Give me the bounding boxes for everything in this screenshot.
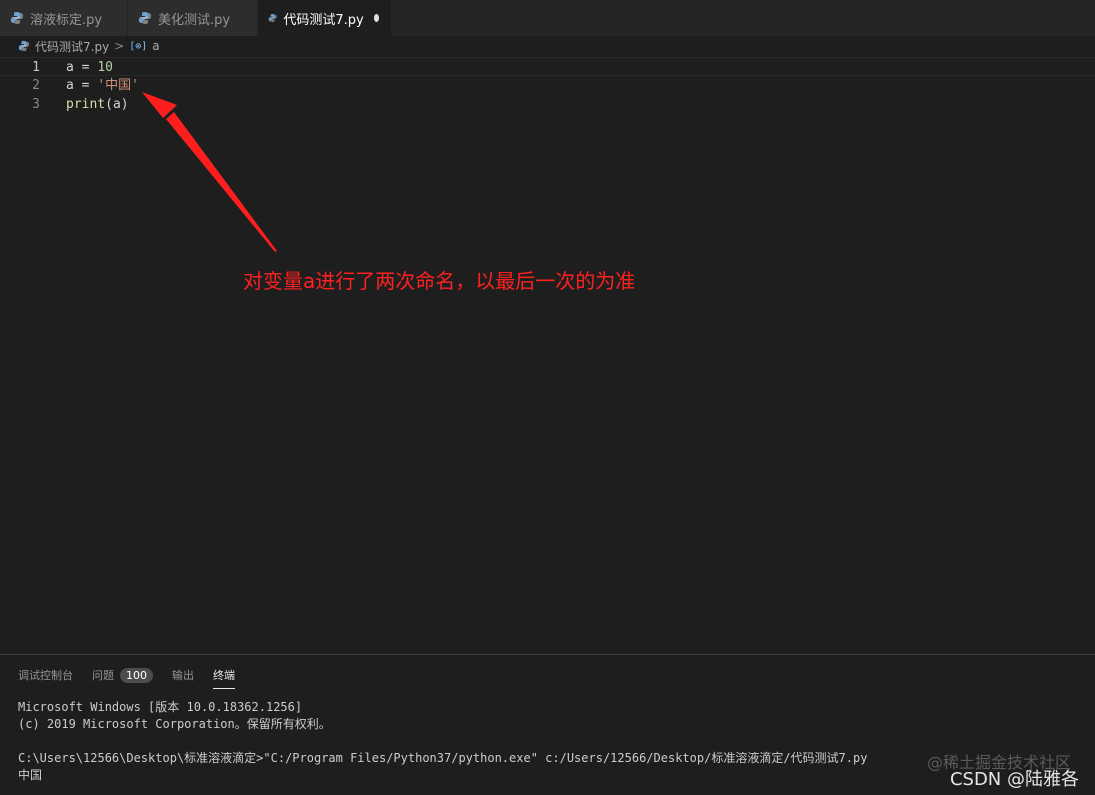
tab-label: 美化测试.py <box>158 12 231 28</box>
code-editor[interactable]: 1 a = 10 2 a = '中国' 3 print(a) <box>0 57 1095 654</box>
tab-output[interactable]: 输出 <box>172 661 194 689</box>
args-token: (a) <box>105 97 129 112</box>
problems-count-badge: 100 <box>120 667 153 683</box>
variable-token: a <box>66 78 74 93</box>
code-line[interactable]: 3 print(a) <box>0 95 1095 114</box>
tab-label: 输出 <box>172 669 194 682</box>
tab-solution-calibration[interactable]: 溶液标定.py <box>0 0 128 36</box>
tab-beautify-test[interactable]: 美化测试.py <box>128 0 258 36</box>
line-number: 3 <box>32 97 40 112</box>
string-token: '中国' <box>97 78 139 93</box>
editor-tab-bar: 溶液标定.py 美化测试.py 代码测试7.py <box>0 0 1095 36</box>
unsaved-dot-icon[interactable] <box>373 14 379 22</box>
breadcrumb-file[interactable]: 代码测试7.py <box>35 38 109 55</box>
line-number: 2 <box>32 78 40 93</box>
terminal-output[interactable]: Microsoft Windows [版本 10.0.18362.1256] (c… <box>18 699 867 784</box>
line-number: 1 <box>32 60 40 75</box>
annotation-text: 对变量a进行了两次命名，以最后一次的为准 <box>243 269 636 293</box>
terminal-line: (c) 2019 Microsoft Corporation。保留所有权利。 <box>18 717 331 731</box>
bottom-panel: 调试控制台 问题 100 输出 终端 Microsoft Windows [版本 … <box>0 654 1095 795</box>
watermark-csdn: CSDN @陆雅各 <box>949 769 1079 790</box>
variable-icon: [⊗] <box>129 40 148 52</box>
python-file-icon <box>268 14 277 22</box>
python-file-icon <box>139 12 151 24</box>
operator-token: = <box>73 60 98 75</box>
code-line[interactable]: 2 a = '中国' <box>0 76 1095 95</box>
terminal-line: ​ <box>18 733 867 750</box>
tab-label: 代码测试7.py <box>283 12 364 28</box>
tab-label: 调试控制台 <box>18 669 73 682</box>
tab-debug-console[interactable]: 调试控制台 <box>18 661 73 689</box>
chevron-right-icon: > <box>114 39 125 53</box>
breadcrumb-symbol[interactable]: a <box>152 39 159 53</box>
python-file-icon <box>18 40 30 52</box>
tab-code-test7[interactable]: 代码测试7.py <box>258 0 392 36</box>
code-line[interactable]: 1 a = 10 <box>0 57 1095 76</box>
tab-terminal[interactable]: 终端 <box>213 661 235 689</box>
tab-label: 溶液标定.py <box>30 12 103 28</box>
number-token: 10 <box>97 60 113 75</box>
function-token: print <box>66 97 106 112</box>
breadcrumb: 代码测试7.py > [⊗] a <box>0 36 1095 56</box>
tab-label: 问题 <box>92 669 114 682</box>
tab-label: 终端 <box>213 668 235 682</box>
variable-token: a <box>66 60 74 75</box>
operator-token: = <box>73 78 98 93</box>
tab-problems[interactable]: 问题 100 <box>92 661 153 689</box>
terminal-line: Microsoft Windows [版本 10.0.18362.1256] <box>18 700 303 714</box>
terminal-line: 中国 <box>18 768 43 782</box>
python-file-icon <box>11 12 23 24</box>
terminal-line: C:\Users\12566\Desktop\标准溶液滴定>"C:/Progra… <box>18 751 868 765</box>
panel-tab-bar: 调试控制台 问题 100 输出 终端 <box>18 661 254 689</box>
